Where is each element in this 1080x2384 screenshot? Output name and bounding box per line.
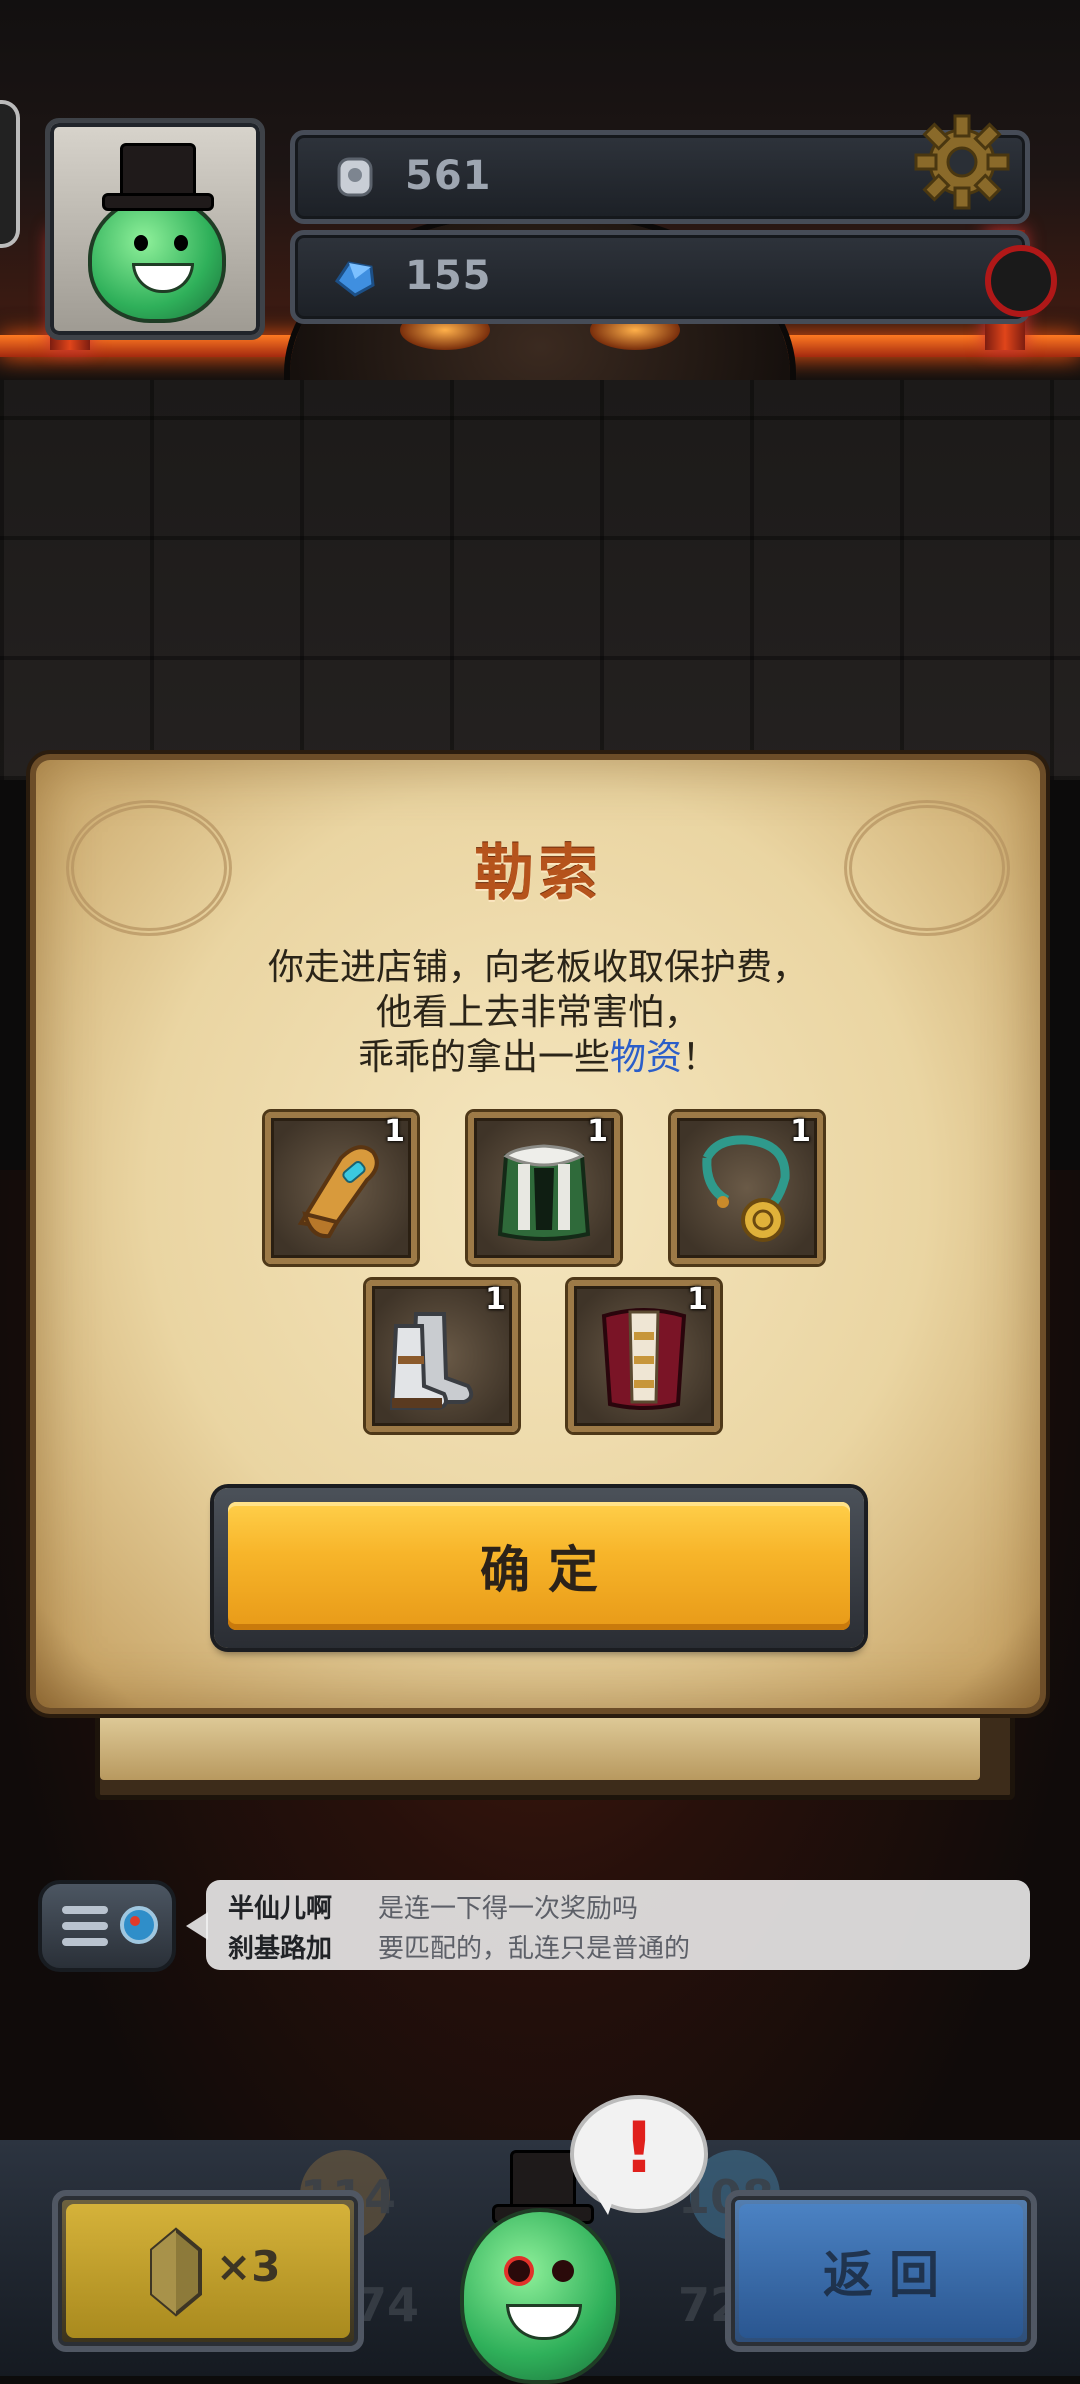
back-button-label: 返回 bbox=[823, 2246, 955, 2304]
confirm-button-face: 确定 bbox=[228, 1502, 850, 1630]
potion-button[interactable]: ×3 bbox=[52, 2190, 364, 2352]
alert-bubble-tail bbox=[590, 2185, 618, 2215]
health-stat: 74 bbox=[355, 2278, 420, 2332]
item-count: 1 bbox=[587, 1114, 608, 1149]
confirm-button[interactable]: 确定 bbox=[214, 1488, 864, 1648]
reward-item-gauntlet[interactable]: 1 bbox=[265, 1112, 417, 1264]
gear-icon[interactable] bbox=[912, 112, 1012, 212]
supplies-highlight: 物资 bbox=[609, 1037, 682, 1078]
side-drawer-tab[interactable] bbox=[0, 100, 20, 248]
player-avatar[interactable] bbox=[45, 118, 265, 340]
back-button[interactable]: 返回 bbox=[725, 2190, 1037, 2352]
chat-text: 要匹配的，乱连只是普通的 bbox=[378, 1934, 691, 1964]
chat-message: 半仙儿啊 是连一下得一次奖励吗 bbox=[228, 1888, 638, 1925]
slime-avatar-icon bbox=[88, 195, 226, 323]
item-count: 1 bbox=[687, 1282, 708, 1317]
confirm-button-label: 确定 bbox=[480, 1541, 616, 1599]
extortion-dialog: 勒索 你走进店铺，向老板收取保护费， 他看上去非常害怕， 乖乖的拿出一些物资！ … bbox=[36, 760, 1040, 1708]
reward-item-necklace[interactable]: 1 bbox=[671, 1112, 823, 1264]
chat-username: 刹基路加 bbox=[228, 1934, 333, 1964]
lava-beam bbox=[760, 335, 1080, 357]
hero-eye bbox=[508, 2260, 530, 2282]
stone-count: 561 bbox=[405, 153, 492, 199]
resource-bar-gem[interactable]: 155 bbox=[290, 230, 1030, 324]
blue-gem-icon bbox=[334, 261, 375, 297]
message-line: 乖乖的拿出一些物资！ bbox=[36, 1035, 1040, 1080]
avatar-eye bbox=[174, 235, 188, 251]
chat-pointer bbox=[186, 1912, 208, 1940]
reward-item-boots[interactable]: 1 bbox=[366, 1280, 518, 1432]
back-button-face: 返回 bbox=[739, 2204, 1023, 2338]
item-count: 1 bbox=[790, 1114, 811, 1149]
stone-wall-background bbox=[0, 380, 1080, 780]
avatar-eye bbox=[134, 235, 148, 251]
item-count: 1 bbox=[384, 1114, 405, 1149]
chat-dot bbox=[130, 1916, 140, 1926]
menu-line bbox=[62, 1906, 108, 1914]
chat-username: 半仙儿啊 bbox=[228, 1894, 333, 1924]
exclamation-icon: ! bbox=[623, 2107, 655, 2189]
message-line: 他看上去非常害怕， bbox=[375, 992, 700, 1033]
menu-line bbox=[62, 1938, 108, 1946]
message-text: 乖乖的拿出一些 bbox=[357, 1037, 610, 1078]
potion-count: ×3 bbox=[216, 2242, 281, 2291]
menu-line bbox=[62, 1922, 108, 1930]
stone-tablet-icon bbox=[337, 157, 373, 197]
reward-item-armor[interactable]: 1 bbox=[568, 1280, 720, 1432]
dialog-base-strip bbox=[100, 1700, 980, 1780]
red-ring-badge[interactable] bbox=[985, 245, 1057, 317]
dialog-title: 勒索 bbox=[474, 839, 602, 909]
chat-indicator-icon bbox=[120, 1906, 158, 1944]
potion-button-face: ×3 bbox=[66, 2204, 350, 2338]
reward-item-cloak[interactable]: 1 bbox=[468, 1112, 620, 1264]
message-text: ！ bbox=[682, 1037, 719, 1078]
slime-body bbox=[460, 2208, 620, 2384]
message-line: 你走进店铺，向老板收取保护费， bbox=[267, 947, 808, 988]
chat-message: 刹基路加 要匹配的，乱连只是普通的 bbox=[228, 1928, 690, 1965]
dialog-message: 你走进店铺，向老板收取保护费， 他看上去非常害怕， 乖乖的拿出一些物资！ bbox=[36, 945, 1040, 1080]
chat-menu-button[interactable] bbox=[38, 1880, 176, 1972]
hat-brim bbox=[102, 193, 214, 211]
chat-text: 是连一下得一次奖励吗 bbox=[378, 1894, 639, 1924]
chat-panel[interactable]: 半仙儿啊 是连一下得一次奖励吗 刹基路加 要匹配的，乱连只是普通的 bbox=[206, 1880, 1030, 1970]
crystal-potion-icon bbox=[150, 2227, 202, 2317]
hero-eye bbox=[552, 2260, 574, 2282]
gem-count: 155 bbox=[405, 253, 492, 299]
hero-slime-character[interactable] bbox=[460, 2200, 620, 2384]
item-count: 1 bbox=[485, 1282, 506, 1317]
